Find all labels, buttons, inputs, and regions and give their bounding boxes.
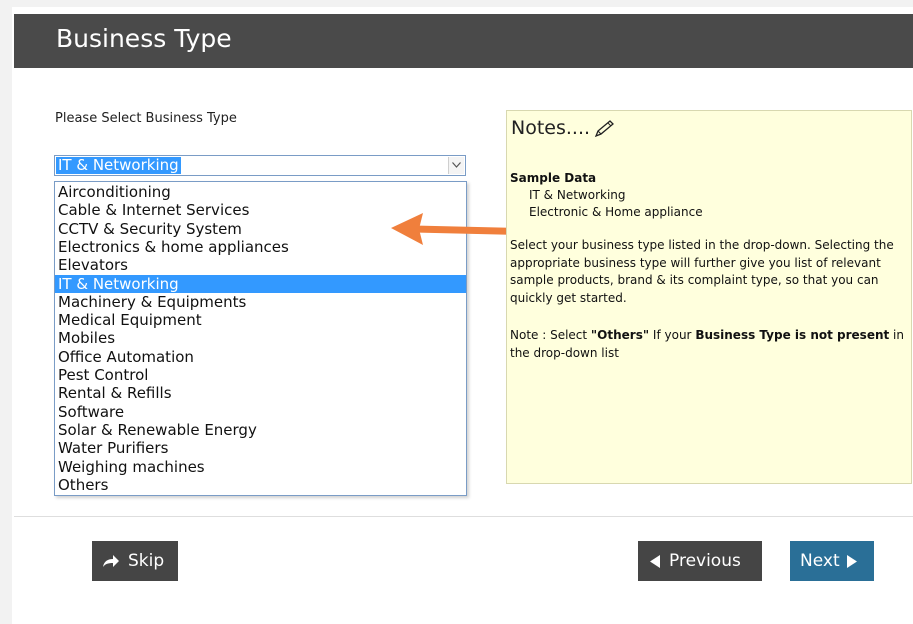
triangle-right-icon xyxy=(846,554,857,568)
notes-panel: Notes.... Sample Data IT & Networking El… xyxy=(506,110,912,484)
previous-button[interactable]: Previous xyxy=(638,541,762,581)
next-label: Next xyxy=(800,551,840,571)
previous-label: Previous xyxy=(669,551,741,571)
skip-label: Skip xyxy=(128,551,165,571)
footer-divider xyxy=(14,516,913,517)
notes-description: Select your business type listed in the … xyxy=(510,238,894,305)
share-arrow-icon xyxy=(103,555,119,567)
notes-others-hint: Note : Select "Others" If your Business … xyxy=(510,328,904,360)
triangle-left-icon xyxy=(650,554,660,568)
sample-data-title: Sample Data xyxy=(510,171,597,185)
sample-item: Electronic & Home appliance xyxy=(529,205,703,219)
sample-item: IT & Networking xyxy=(529,188,626,202)
next-button[interactable]: Next xyxy=(790,541,874,581)
notes-title: Notes.... xyxy=(511,117,614,139)
pencil-icon xyxy=(594,120,614,138)
skip-button[interactable]: Skip xyxy=(92,541,178,581)
